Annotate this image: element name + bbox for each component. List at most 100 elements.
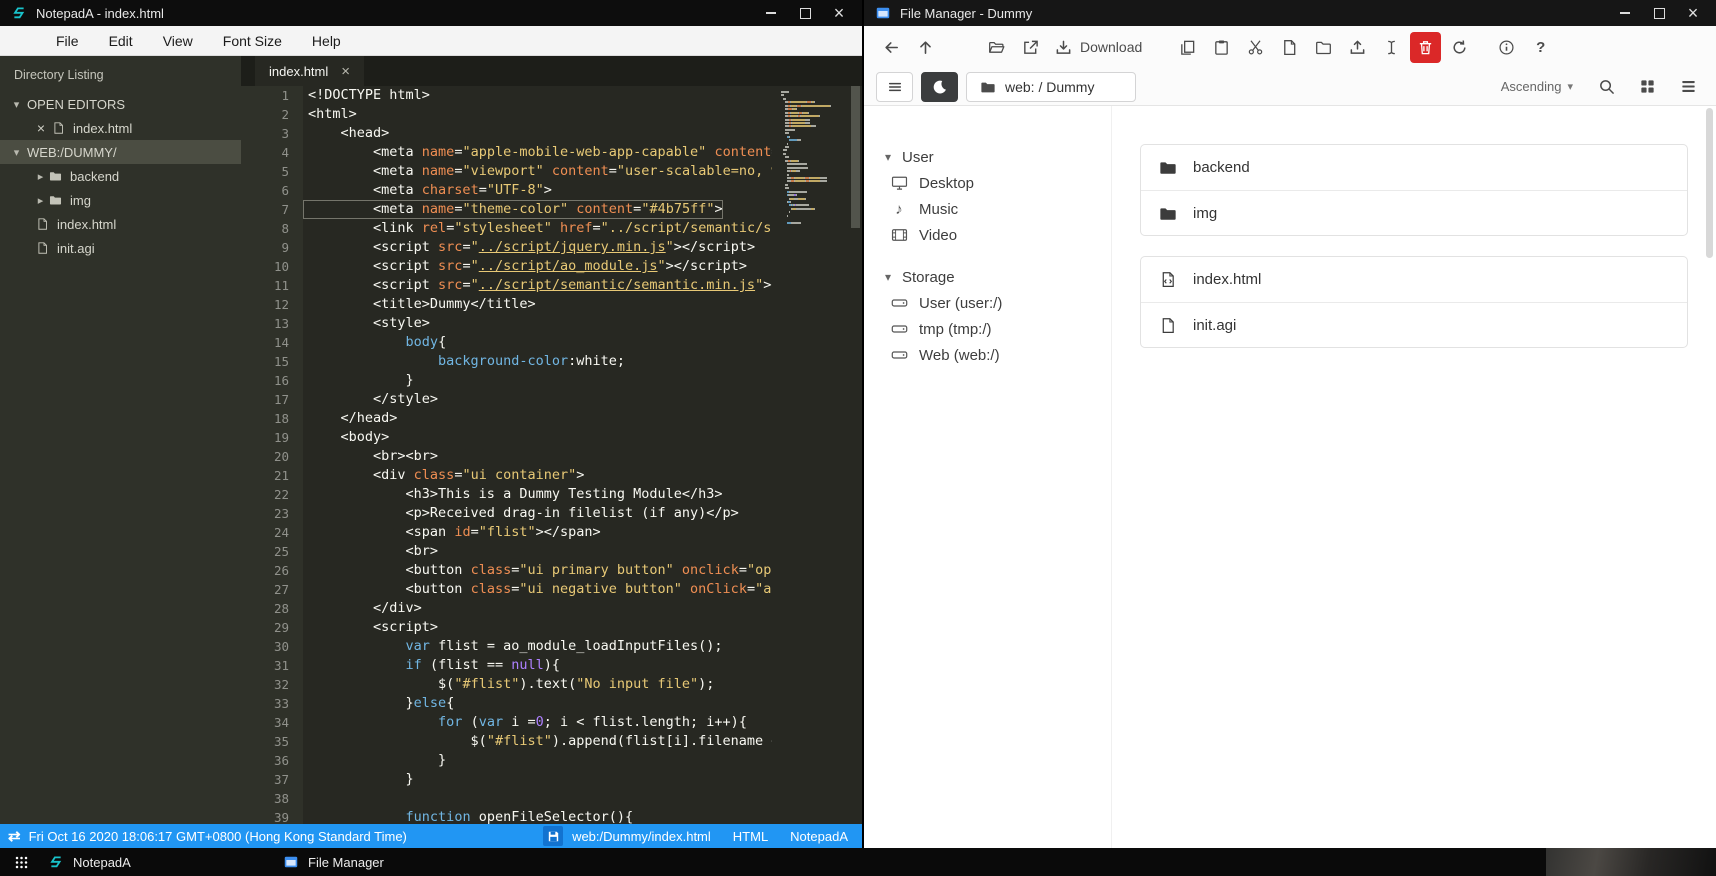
file-row-img[interactable]: img	[1141, 190, 1687, 235]
close-icon[interactable]: ×	[34, 120, 48, 136]
code-line-29[interactable]: 29 <script>	[241, 618, 772, 637]
file-row-init-agi[interactable]: init.agi	[1141, 302, 1687, 347]
up-button[interactable]	[910, 32, 941, 63]
file-row-index-html[interactable]: index.html	[1141, 257, 1687, 302]
workspace-root[interactable]: ▾ WEB:/DUMMY/	[0, 140, 241, 164]
code-line-2[interactable]: 2 <html>	[241, 105, 772, 124]
list-view-button[interactable]	[1673, 71, 1704, 102]
code-line-9[interactable]: 9 <script src="../script/jquery.min.js">…	[241, 238, 772, 257]
cut-button[interactable]	[1240, 32, 1271, 63]
sidebar-item-video[interactable]: Video	[882, 222, 1111, 248]
code-line-31[interactable]: 31 if (flist == null){	[241, 656, 772, 675]
info-button[interactable]	[1491, 32, 1522, 63]
code-line-5[interactable]: 5 <meta name="viewport" content="user-sc…	[241, 162, 772, 181]
scrollbar-thumb[interactable]	[1706, 108, 1713, 258]
code-line-3[interactable]: 3 <head>	[241, 124, 772, 143]
code-line-12[interactable]: 12 <title>Dummy</title>	[241, 295, 772, 314]
code-line-18[interactable]: 18 </head>	[241, 409, 772, 428]
code-line-10[interactable]: 10 <script src="../script/ao_module.js">…	[241, 257, 772, 276]
taskbar-item-notepada[interactable]: NotepadA	[42, 848, 277, 876]
code-line-21[interactable]: 21 <div class="ui container">	[241, 466, 772, 485]
code-line-36[interactable]: 36 }	[241, 751, 772, 770]
code-line-33[interactable]: 33 }else{	[241, 694, 772, 713]
new-folder-button[interactable]	[1308, 32, 1339, 63]
code-line-6[interactable]: 6 <meta charset="UTF-8">	[241, 181, 772, 200]
code-line-7[interactable]: 7 <meta name="theme-color" content="#4b7…	[241, 200, 772, 219]
tab-close-icon[interactable]: ×	[341, 63, 350, 80]
scrollbar-thumb[interactable]	[851, 86, 860, 228]
copy-button[interactable]	[1172, 32, 1203, 63]
back-button[interactable]	[876, 32, 907, 63]
code-line-32[interactable]: 32 $("#flist").text("No input file");	[241, 675, 772, 694]
sidebar-item-web-web[interactable]: Web (web:/)	[882, 342, 1111, 368]
code-line-13[interactable]: 13 <style>	[241, 314, 772, 333]
grid-view-button[interactable]	[1632, 71, 1663, 102]
save-icon[interactable]	[543, 826, 564, 846]
menu-item-font-size[interactable]: Font Size	[223, 33, 282, 49]
sidebar-item-music[interactable]: ♪ Music	[882, 196, 1111, 222]
refresh-button[interactable]	[1444, 32, 1475, 63]
code-line-1[interactable]: 1 <!DOCTYPE html>	[241, 86, 772, 105]
paste-button[interactable]	[1206, 32, 1237, 63]
code-line-8[interactable]: 8 <link rel="stylesheet" href="../script…	[241, 219, 772, 238]
theme-toggle-button[interactable]	[921, 71, 958, 102]
code-line-17[interactable]: 17 </style>	[241, 390, 772, 409]
code-line-35[interactable]: 35 $("#flist").append(flist[i].filename …	[241, 732, 772, 751]
code-line-34[interactable]: 34 for (var i =0; i < flist.length; i++)…	[241, 713, 772, 732]
menu-item-edit[interactable]: Edit	[109, 33, 133, 49]
rename-button[interactable]	[1376, 32, 1407, 63]
minimize-button[interactable]	[764, 6, 778, 20]
tree-item-index-html[interactable]: index.html	[0, 212, 241, 236]
taskbar-item-file-manager[interactable]: File Manager	[277, 848, 512, 876]
open-folder-button[interactable]	[981, 32, 1012, 63]
menu-item-file[interactable]: File	[56, 33, 79, 49]
code-line-23[interactable]: 23 <p>Received drag-in filelist (if any)…	[241, 504, 772, 523]
tree-item-init-agi[interactable]: init.agi	[0, 236, 241, 260]
code-line-22[interactable]: 22 <h3>This is a Dummy Testing Module</h…	[241, 485, 772, 504]
breadcrumb[interactable]: web: / Dummy	[966, 71, 1136, 102]
new-file-button[interactable]	[1274, 32, 1305, 63]
close-button[interactable]: ×	[1686, 4, 1700, 22]
sidebar-group-header-user[interactable]: ▾ User	[882, 144, 1111, 170]
tree-item-backend[interactable]: ▸ backend	[0, 164, 241, 188]
sidebar-toggle-button[interactable]	[876, 71, 913, 102]
sidebar-group-header-storage[interactable]: ▾ Storage	[882, 264, 1111, 290]
code-line-4[interactable]: 4 <meta name="apple-mobile-web-app-capab…	[241, 143, 772, 162]
close-button[interactable]: ×	[832, 4, 846, 22]
statusbar-language[interactable]: HTML	[733, 829, 768, 844]
code-line-16[interactable]: 16 }	[241, 371, 772, 390]
tree-item-img[interactable]: ▸ img	[0, 188, 241, 212]
code-line-38[interactable]: 38	[241, 789, 772, 808]
code-line-27[interactable]: 27 <button class="ui negative button" on…	[241, 580, 772, 599]
content-scrollbar[interactable]	[1705, 106, 1713, 848]
download-button[interactable]: Download	[1049, 32, 1156, 63]
code-line-26[interactable]: 26 <button class="ui primary button" onc…	[241, 561, 772, 580]
editor-scrollbar[interactable]	[850, 86, 862, 824]
restore-button[interactable]	[798, 6, 812, 20]
minimize-button[interactable]	[1618, 6, 1632, 20]
open-editor-index-html[interactable]: × index.html	[0, 116, 241, 140]
sidebar-item-desktop[interactable]: Desktop	[882, 170, 1111, 196]
code-line-19[interactable]: 19 <body>	[241, 428, 772, 447]
help-button[interactable]: ?	[1525, 32, 1556, 63]
open-editors-section[interactable]: ▾ OPEN EDITORS	[0, 92, 241, 116]
code-line-25[interactable]: 25 <br>	[241, 542, 772, 561]
code-line-24[interactable]: 24 <span id="flist"></span>	[241, 523, 772, 542]
code-line-14[interactable]: 14 body{	[241, 333, 772, 352]
code-editor[interactable]: 1 <!DOCTYPE html> 2 <html> 3 <head> 4 <meta n…	[241, 86, 862, 824]
code-line-20[interactable]: 20 <br><br>	[241, 447, 772, 466]
code-line-39[interactable]: 39 function openFileSelector(){	[241, 808, 772, 824]
open-in-new-window-button[interactable]	[1015, 32, 1046, 63]
menu-item-help[interactable]: Help	[312, 33, 341, 49]
search-button[interactable]	[1591, 71, 1622, 102]
upload-button[interactable]	[1342, 32, 1373, 63]
sidebar-item-tmp-tmp[interactable]: tmp (tmp:/)	[882, 316, 1111, 342]
code-line-30[interactable]: 30 var flist = ao_module_loadInputFiles(…	[241, 637, 772, 656]
code-line-37[interactable]: 37 }	[241, 770, 772, 789]
delete-button[interactable]	[1410, 31, 1442, 63]
tab-index-html[interactable]: index.html ×	[255, 56, 365, 86]
sidebar-item-user-user[interactable]: User (user:/)	[882, 290, 1111, 316]
apps-menu-button[interactable]	[6, 850, 36, 874]
code-line-11[interactable]: 11 <script src="../script/semantic/seman…	[241, 276, 772, 295]
maximize-button[interactable]	[1652, 6, 1666, 20]
